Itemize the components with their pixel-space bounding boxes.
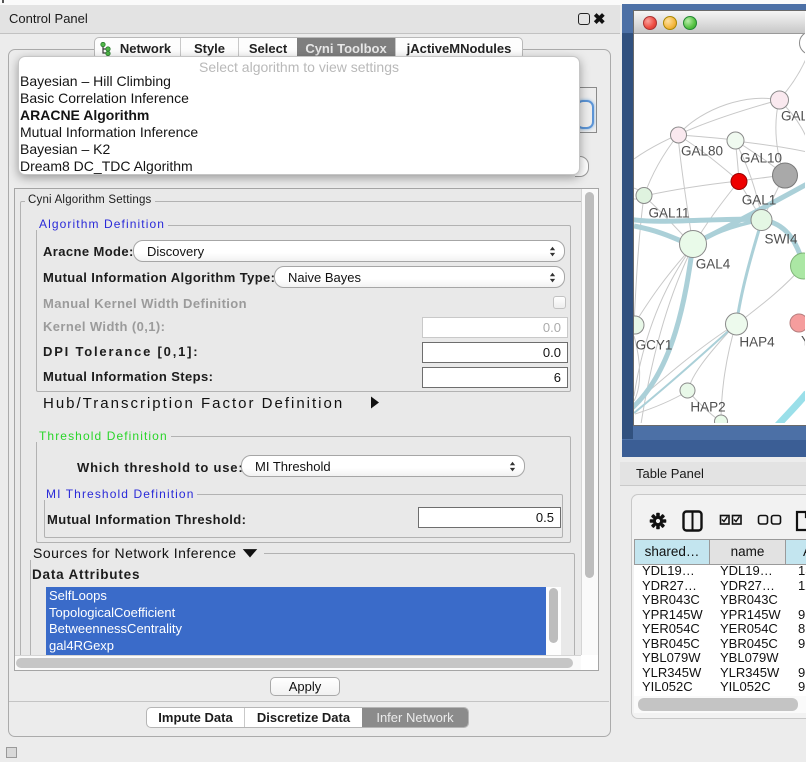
svg-text:SWI4: SWI4 xyxy=(764,232,797,247)
svg-text:GAL80: GAL80 xyxy=(681,144,723,159)
svg-text:GAL4: GAL4 xyxy=(696,257,731,272)
svg-text:GAL1: GAL1 xyxy=(742,193,777,208)
svg-text:HAP4: HAP4 xyxy=(739,335,775,350)
svg-text:GAL11: GAL11 xyxy=(648,206,689,221)
svg-text:YM: YM xyxy=(801,334,805,349)
svg-text:GCY1: GCY1 xyxy=(636,338,673,353)
svg-text:GAL7: GAL7 xyxy=(781,109,805,124)
svg-text:HAP2: HAP2 xyxy=(690,400,725,415)
svg-text:GAL10: GAL10 xyxy=(740,151,782,166)
